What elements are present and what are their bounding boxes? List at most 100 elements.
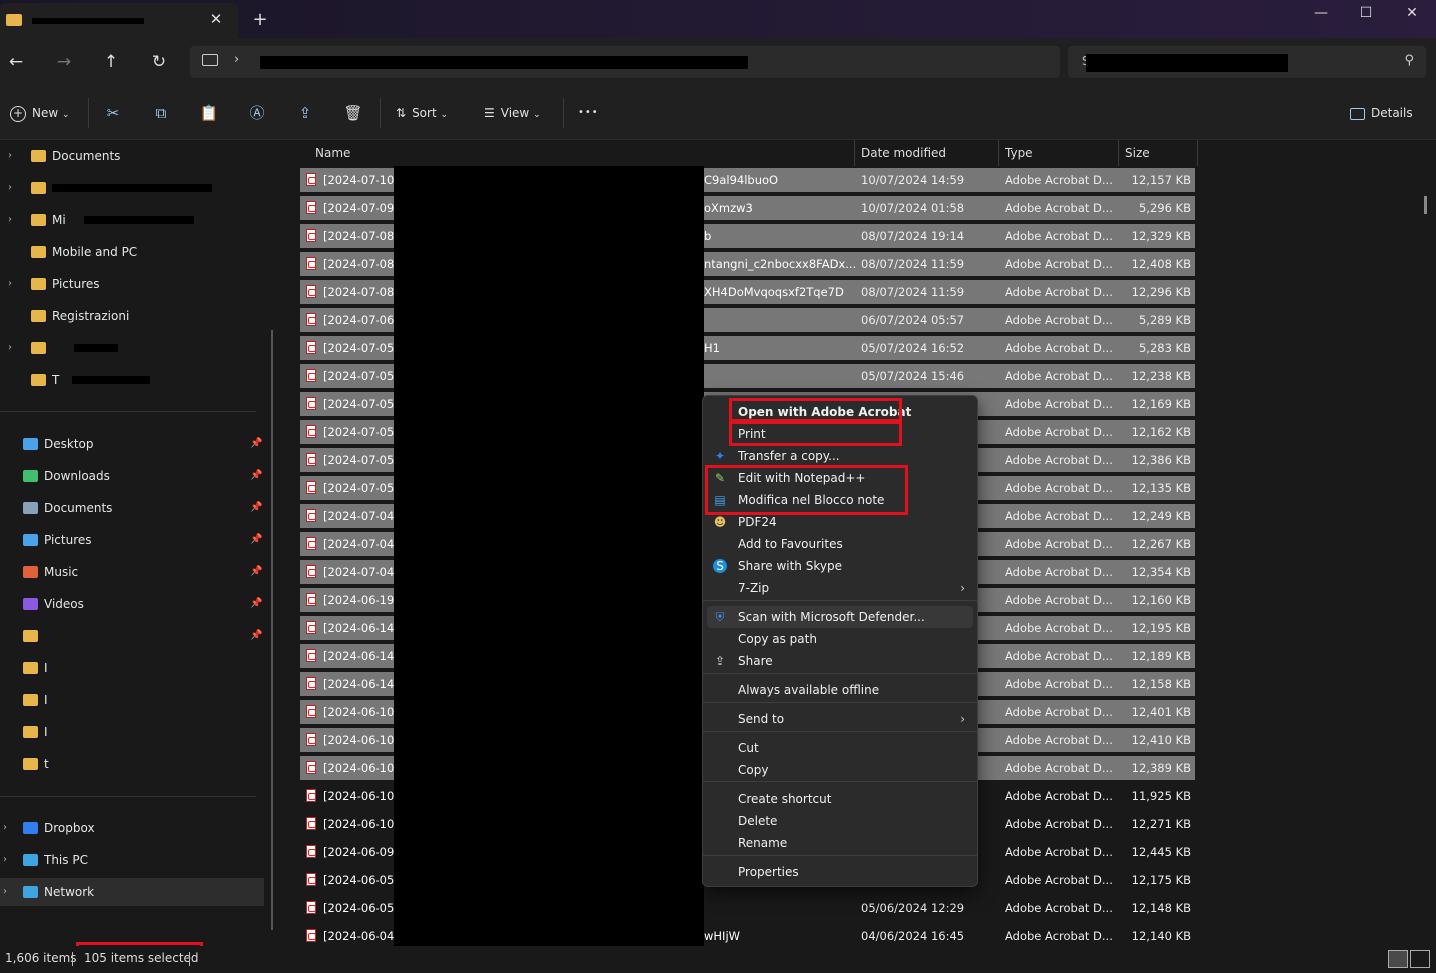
sidebar-tree-item[interactable]: ›: [0, 334, 264, 362]
copy-icon[interactable]: ⧉: [150, 102, 172, 124]
maximize-button[interactable]: ☐: [1343, 2, 1389, 24]
delete-icon[interactable]: 🗑: [342, 102, 364, 124]
share-icon[interactable]: ⇪: [294, 102, 316, 124]
menu-item[interactable]: ✦ Transfer a copy...: [707, 445, 973, 467]
scrollbar-thumb[interactable]: [1424, 196, 1427, 214]
pdf-file-icon: [306, 257, 316, 270]
sidebar-tree-item[interactable]: › Pictures: [0, 270, 264, 298]
location-item[interactable]: › Network: [0, 878, 264, 906]
tiles-view-toggle[interactable]: [1410, 950, 1430, 968]
quick-access-folder[interactable]: I: [0, 718, 264, 746]
pdf-file-icon: [306, 509, 316, 522]
details-button[interactable]: Details: [1350, 102, 1413, 124]
menu-item[interactable]: Copy as path: [707, 628, 973, 650]
menu-item[interactable]: 7-Zip ›: [707, 577, 973, 599]
column-divider[interactable]: [998, 140, 999, 166]
chevron-right-icon[interactable]: ›: [3, 846, 7, 874]
menu-item[interactable]: Send to ›: [707, 708, 973, 730]
quick-access-item[interactable]: Pictures 📌: [0, 526, 264, 554]
quick-access-folder[interactable]: I: [0, 654, 264, 682]
file-type: Adobe Acrobat D...: [1005, 173, 1113, 187]
file-name-suffix: ntangni_c2nbocxx8FADx...: [704, 257, 857, 271]
sidebar-tree-item[interactable]: Mobile and PC: [0, 238, 264, 266]
menu-item[interactable]: S Share with Skype: [707, 555, 973, 577]
quick-access-item[interactable]: Downloads 📌: [0, 462, 264, 490]
pdf-file-icon: [306, 901, 316, 914]
minimize-button[interactable]: —: [1298, 2, 1344, 24]
close-window-button[interactable]: ✕: [1389, 2, 1435, 24]
pin-icon[interactable]: 📌: [250, 558, 262, 586]
refresh-button[interactable]: ↻: [147, 50, 171, 74]
quick-access-item[interactable]: Desktop 📌: [0, 430, 264, 458]
column-header-date[interactable]: Date modified: [861, 140, 946, 166]
more-options-button[interactable]: •••: [578, 102, 599, 124]
folder-icon: [23, 694, 38, 706]
column-divider[interactable]: [1118, 140, 1119, 166]
navigation-pane: › Documents › › Mi Mobile and PC › Pictures Regi…: [0, 140, 278, 946]
pin-icon[interactable]: 📌: [250, 526, 262, 554]
menu-item[interactable]: Copy: [707, 759, 973, 781]
chevron-right-icon[interactable]: ›: [8, 334, 12, 362]
sort-button[interactable]: ⇅ Sort ⌄: [396, 102, 448, 124]
back-button[interactable]: ←: [4, 50, 28, 74]
pin-icon[interactable]: 📌: [250, 430, 262, 458]
file-type: Adobe Acrobat D...: [1005, 397, 1113, 411]
location-item[interactable]: › This PC: [0, 846, 264, 874]
column-divider[interactable]: [1197, 140, 1198, 166]
menu-item[interactable]: ⛨ Scan with Microsoft Defender...: [707, 606, 973, 628]
column-header-size[interactable]: Size: [1125, 140, 1150, 166]
tab-close-icon[interactable]: ✕: [206, 9, 226, 29]
new-button[interactable]: + New ⌄: [10, 102, 70, 124]
search-box[interactable]: S ⚲: [1068, 46, 1426, 78]
search-icon[interactable]: ⚲: [1404, 53, 1414, 68]
quick-access-label: I: [44, 725, 48, 739]
menu-item[interactable]: Properties: [707, 861, 973, 883]
pin-icon[interactable]: 📌: [250, 590, 262, 618]
pin-icon[interactable]: 📌: [250, 622, 262, 650]
folder-icon: [31, 246, 46, 258]
menu-item[interactable]: Create shortcut: [707, 788, 973, 810]
pin-icon[interactable]: 📌: [250, 462, 262, 490]
quick-access-item[interactable]: Music 📌: [0, 558, 264, 586]
quick-access-item[interactable]: Videos 📌: [0, 590, 264, 618]
paste-icon[interactable]: 📋: [198, 102, 220, 124]
column-header-type[interactable]: Type: [1005, 140, 1033, 166]
quick-access-folder[interactable]: t: [0, 750, 264, 778]
menu-item[interactable]: Rename: [707, 832, 973, 854]
view-button[interactable]: ☰ View ⌄: [484, 102, 541, 124]
up-button[interactable]: ↑: [99, 50, 123, 74]
rename-icon[interactable]: Ⓐ: [246, 102, 268, 124]
menu-item[interactable]: ⇪ Share: [707, 650, 973, 672]
explorer-tab[interactable]: ✕: [0, 3, 238, 38]
file-size: 12,389 KB: [1131, 761, 1191, 775]
column-header-name[interactable]: Name: [315, 140, 350, 166]
breadcrumb-chevron[interactable]: ›: [234, 52, 239, 67]
quick-access-item[interactable]: 📌: [0, 622, 264, 650]
chevron-right-icon[interactable]: ›: [8, 174, 12, 202]
chevron-right-icon[interactable]: ›: [8, 206, 12, 234]
column-divider[interactable]: [854, 140, 855, 166]
pin-icon[interactable]: 📌: [250, 494, 262, 522]
quick-access-item[interactable]: Documents 📌: [0, 494, 264, 522]
sidebar-tree-item[interactable]: › Documents: [0, 142, 264, 170]
sidebar-tree-item[interactable]: Registrazioni: [0, 302, 264, 330]
menu-item[interactable]: Add to Favourites: [707, 533, 973, 555]
chevron-right-icon[interactable]: ›: [3, 814, 7, 842]
quick-access-folder[interactable]: I: [0, 686, 264, 714]
menu-item[interactable]: Cut: [707, 737, 973, 759]
sidebar-scrollbar[interactable]: [271, 330, 273, 930]
menu-item[interactable]: Delete: [707, 810, 973, 832]
pdf-file-icon: [306, 173, 316, 186]
chevron-right-icon[interactable]: ›: [3, 878, 7, 906]
address-bar[interactable]: ›: [190, 46, 1060, 78]
chevron-right-icon[interactable]: ›: [8, 142, 12, 170]
location-item[interactable]: › Dropbox: [0, 814, 264, 842]
chevron-right-icon[interactable]: ›: [8, 270, 12, 298]
file-name: [2024-06-05]_A: [323, 873, 395, 887]
details-view-toggle[interactable]: [1388, 950, 1408, 968]
cut-icon[interactable]: ✂: [102, 102, 124, 124]
forward-button[interactable]: →: [52, 50, 76, 74]
pdf-file-icon: [306, 929, 316, 942]
new-tab-button[interactable]: +: [250, 10, 270, 30]
menu-item[interactable]: Always available offline: [707, 679, 973, 701]
